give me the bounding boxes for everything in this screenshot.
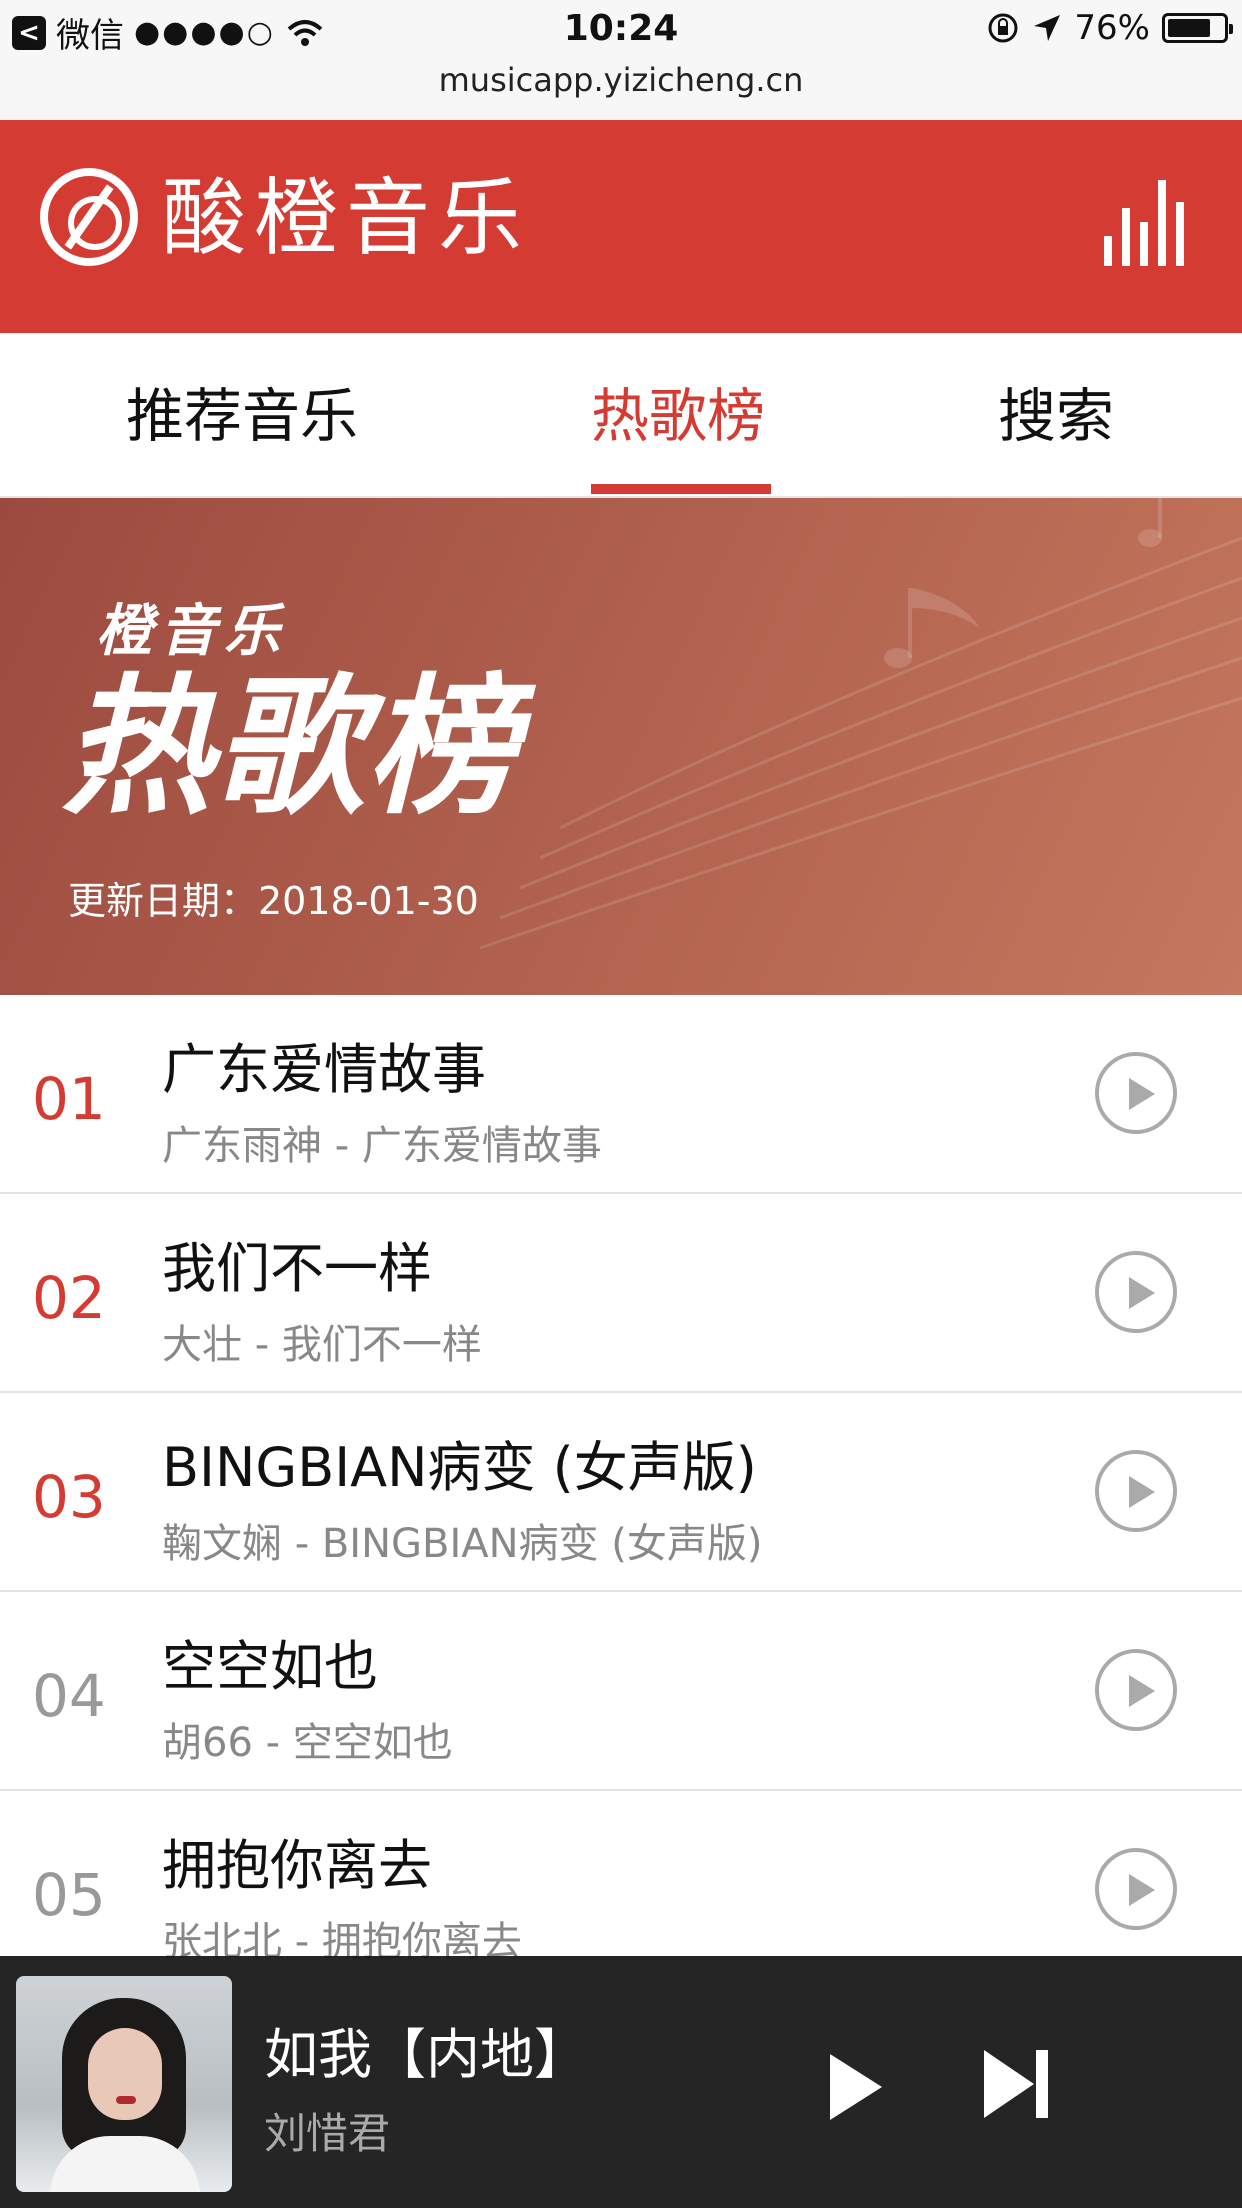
song-artist-album: 大壮 - 我们不一样	[162, 1322, 482, 1368]
tab-bar: 推荐音乐 热歌榜 搜索	[0, 333, 1242, 498]
equalizer-icon[interactable]	[1104, 180, 1184, 266]
rotation-lock-icon	[988, 13, 1018, 43]
song-title: 广东爱情故事	[162, 1038, 486, 1101]
song-title: 我们不一样	[162, 1237, 432, 1300]
update-date: 更新日期：2018-01-30	[68, 879, 479, 923]
song-rank: 02	[32, 1264, 106, 1332]
battery-percent: 76%	[1074, 8, 1150, 48]
play-circle-icon[interactable]	[1095, 1052, 1177, 1134]
battery-level	[1168, 19, 1210, 37]
location-arrow-icon	[1034, 15, 1061, 41]
song-row[interactable]: 03 BINGBIAN病变 (女声版) 鞠文娴 - BINGBIAN病变 (女声…	[0, 1393, 1242, 1592]
song-rank: 03	[32, 1463, 106, 1531]
play-circle-icon[interactable]	[1095, 1251, 1177, 1333]
next-track-icon[interactable]	[984, 2048, 1054, 2122]
play-circle-icon[interactable]	[1095, 1649, 1177, 1731]
song-row[interactable]: 02 我们不一样 大壮 - 我们不一样	[0, 1194, 1242, 1393]
song-title: 空空如也	[162, 1635, 378, 1698]
logo-icon	[40, 168, 138, 266]
hot-chart-banner: 橙音乐 热歌榜 更新日期：2018-01-30	[0, 498, 1242, 995]
play-circle-icon[interactable]	[1095, 1450, 1177, 1532]
play-circle-icon[interactable]	[1095, 1848, 1177, 1930]
url-bar: musicapp.yizicheng.cn	[0, 60, 1242, 120]
album-cover[interactable]	[16, 1976, 232, 2192]
play-icon[interactable]	[826, 2052, 886, 2122]
song-row[interactable]: 01 广东爱情故事 广东雨神 - 广东爱情故事	[0, 995, 1242, 1194]
tab-recommend[interactable]: 推荐音乐	[126, 381, 358, 451]
active-tab-indicator	[591, 484, 771, 494]
tab-search[interactable]: 搜索	[998, 381, 1114, 451]
app-header: 酸橙音乐	[0, 120, 1242, 333]
song-title: 拥抱你离去	[162, 1834, 432, 1897]
battery-icon	[1162, 13, 1233, 43]
song-artist-album: 广东雨神 - 广东爱情故事	[162, 1123, 602, 1169]
tab-hot-chart[interactable]: 热歌榜	[591, 381, 765, 451]
song-rank: 01	[32, 1065, 106, 1133]
song-artist-album: 鞠文娴 - BINGBIAN病变 (女声版)	[162, 1521, 763, 1567]
song-rank: 04	[32, 1662, 106, 1730]
banner-subtitle: 橙音乐	[96, 599, 288, 664]
now-playing-title: 如我【内地】	[264, 2023, 588, 2086]
banner-title: 热歌榜	[62, 661, 519, 835]
mini-player[interactable]: 如我【内地】 刘惜君	[0, 1956, 1242, 2208]
song-artist-album: 胡66 - 空空如也	[162, 1720, 453, 1766]
song-rank: 05	[32, 1861, 106, 1929]
song-title: BINGBIAN病变 (女声版)	[162, 1436, 757, 1499]
now-playing-artist: 刘惜君	[264, 2109, 391, 2158]
status-right: 76%	[986, 8, 1233, 48]
status-bar: < 微信 ●●●●○ 10:24 76%	[0, 0, 1242, 60]
song-row[interactable]: 04 空空如也 胡66 - 空空如也	[0, 1592, 1242, 1791]
brand-name: 酸橙音乐	[162, 169, 531, 267]
